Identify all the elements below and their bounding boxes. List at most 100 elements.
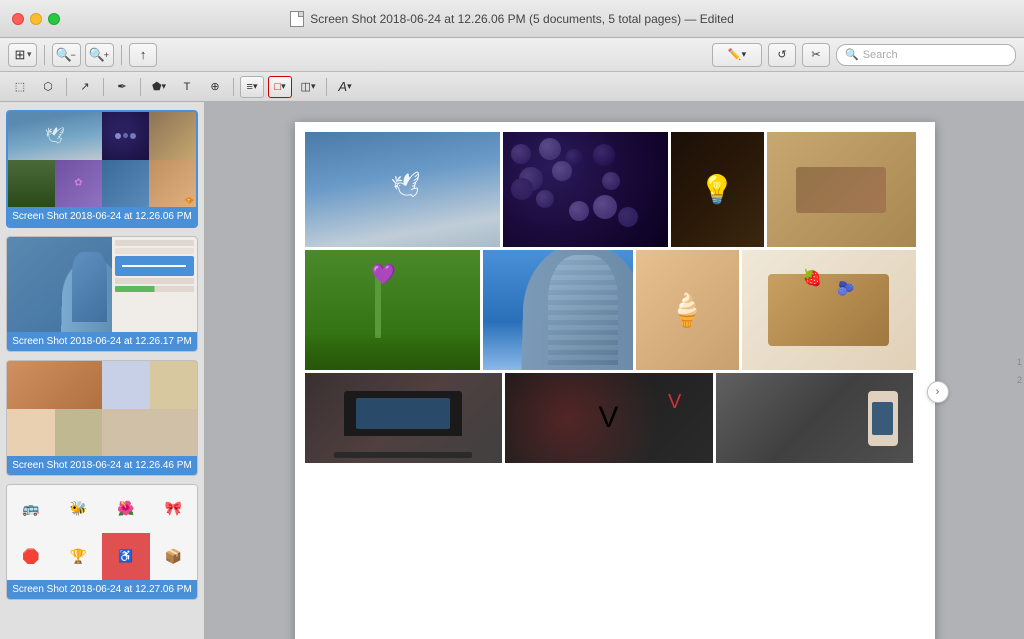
main-content: 🕊 — [0, 102, 1024, 639]
sidebar-item-4[interactable]: 🚌 🐝 🌺 🎀 🛑 🏆 ♿ 📦 Screen Shot 2018-06-24 a… — [6, 484, 198, 600]
page-number-2: 2 — [1017, 375, 1022, 385]
adjust-button[interactable]: ⊕ — [203, 76, 227, 98]
view-icon: ⊞ — [13, 48, 27, 62]
photo-waffle: 🍓 🫐 — [742, 250, 916, 370]
font-button[interactable]: A ▾ — [333, 76, 357, 98]
sidebar-label-2: Screen Shot 2018-06-24 at 12.26.17 PM — [7, 332, 197, 351]
border-icon: □ — [274, 81, 281, 93]
minus-icon: − — [71, 50, 76, 60]
sidebar-thumb-3 — [7, 361, 197, 456]
zoom-out-icon: 🔍 — [57, 48, 71, 62]
rotate-button[interactable]: ↺ — [768, 43, 796, 67]
document-icon — [290, 11, 304, 27]
sidebar-thumb-2 — [7, 237, 197, 332]
text-icon: T — [184, 81, 191, 93]
close-button[interactable] — [12, 13, 24, 25]
font-icon: A — [338, 79, 347, 94]
font-chevron: ▾ — [347, 81, 352, 92]
collage-row-1: 🕊 — [305, 132, 925, 247]
plus-icon: + — [104, 50, 109, 60]
fill-chevron: ▾ — [311, 81, 316, 92]
fill-button[interactable]: ◫ ▾ — [296, 76, 320, 98]
thumb-cell-1-5: ✿ — [55, 160, 102, 208]
search-input-wrap: 🔍 — [836, 44, 1016, 66]
border-color-button[interactable]: □ ▾ — [268, 76, 292, 98]
crop-tool-icon: ↗ — [80, 80, 89, 93]
sidebar-thumb-1: 🕊 — [8, 112, 196, 207]
traffic-lights — [12, 13, 60, 25]
page-number-1: 1 — [1017, 357, 1022, 367]
border-chevron: ▾ — [281, 81, 286, 92]
search-icon: 🔍 — [845, 48, 859, 61]
toolbar-separator-2 — [121, 45, 122, 65]
sidebar-label-1: Screen Shot 2018-06-24 at 12.26.06 PM — [8, 207, 196, 226]
maximize-button[interactable] — [48, 13, 60, 25]
thumb-cell-1-3 — [149, 112, 196, 160]
thumb-cell-1-1: 🕊 — [8, 112, 102, 160]
page-canvas: 🕊 — [295, 122, 935, 639]
share-button[interactable]: ↑ — [129, 43, 157, 67]
toolbar-drawing: ⬚ ⬡ ↗ ✒ ⬟ ▾ T ⊕ ≡ ▾ □ ▾ ◫ ▾ A ▾ — [0, 72, 1024, 102]
shapes-icon: ⬟ — [152, 80, 162, 93]
thumb-cell-1-4 — [8, 160, 55, 208]
pen-tool-button[interactable]: ✒ — [110, 76, 134, 98]
photo-lightbulbs: 💡 — [671, 132, 764, 247]
sidebar: 🕊 — [0, 102, 205, 639]
photo-laptop — [305, 373, 502, 463]
tb2-sep-3 — [140, 78, 141, 96]
tb2-sep-5 — [326, 78, 327, 96]
align-button[interactable]: ≡ ▾ — [240, 76, 264, 98]
zoom-out-button[interactable]: 🔍 − — [52, 43, 81, 67]
sidebar-item-3[interactable]: Screen Shot 2018-06-24 at 12.26.46 PM — [6, 360, 198, 476]
sidebar-label-3: Screen Shot 2018-06-24 at 12.26.46 PM — [7, 456, 197, 475]
sidebar-label-4: Screen Shot 2018-06-24 at 12.27.06 PM — [7, 580, 197, 599]
canvas-area[interactable]: 🕊 — [205, 102, 1024, 639]
search-input[interactable] — [863, 49, 1007, 61]
crop-button[interactable]: ✂ — [802, 43, 830, 67]
annotate-button[interactable]: ✏️ ▾ — [712, 43, 762, 67]
sidebar-item-1[interactable]: 🕊 — [6, 110, 198, 228]
text-tool-button[interactable]: T — [175, 76, 199, 98]
tb2-sep-4 — [233, 78, 234, 96]
photo-orchid-field: 💜 — [305, 250, 480, 370]
photo-blueberries — [503, 132, 668, 247]
crop-tool-button[interactable]: ↗ — [73, 76, 97, 98]
sidebar-thumb-4: 🚌 🐝 🌺 🎀 🛑 🏆 ♿ 📦 — [7, 485, 197, 580]
collage-row-3: V V — [305, 373, 925, 463]
photo-collage: 🕊 — [305, 132, 925, 463]
share-icon: ↑ — [136, 48, 150, 62]
select-tool-button[interactable]: ⬚ — [8, 76, 32, 98]
adjust-icon: ⊕ — [210, 80, 219, 93]
photo-footprint — [767, 132, 916, 247]
photo-phone-vivaldi: V V — [505, 373, 713, 463]
pen-tool-icon: ✒ — [117, 80, 126, 93]
select-icon: ⬚ — [15, 80, 25, 93]
photo-building — [483, 250, 633, 370]
rect-select-icon: ⬡ — [43, 80, 53, 93]
toolbar-separator-1 — [44, 45, 45, 65]
tb2-sep-2 — [103, 78, 104, 96]
shapes-button[interactable]: ⬟ ▾ — [147, 76, 171, 98]
sidebar-item-2[interactable]: Screen Shot 2018-06-24 at 12.26.17 PM — [6, 236, 198, 352]
view-button[interactable]: ⊞ ▾ — [8, 43, 37, 67]
view-chevron: ▾ — [27, 49, 32, 60]
window-title: Screen Shot 2018-06-24 at 12.26.06 PM (5… — [290, 11, 734, 27]
shapes-chevron: ▾ — [162, 81, 167, 92]
tb2-sep-1 — [66, 78, 67, 96]
search-bar: 🔍 — [836, 44, 1016, 66]
rotate-icon: ↺ — [777, 48, 786, 61]
photo-person-phone — [716, 373, 913, 463]
next-page-arrow[interactable]: › — [927, 381, 949, 403]
crop-icon: ✂ — [811, 48, 820, 61]
zoom-in-button[interactable]: 🔍 + — [85, 43, 114, 67]
page-numbers: 1 2 — [1017, 357, 1022, 385]
annotate-chevron: ▾ — [742, 49, 747, 60]
photo-icecream: 🍦 — [636, 250, 739, 370]
collage-row-2: 💜 — [305, 250, 925, 370]
toolbar-main: ⊞ ▾ 🔍 − 🔍 + ↑ ✏️ ▾ ↺ ✂ 🔍 — [0, 38, 1024, 72]
minimize-button[interactable] — [30, 13, 42, 25]
rectangle-select-button[interactable]: ⬡ — [36, 76, 60, 98]
title-text: Screen Shot 2018-06-24 at 12.26.06 PM (5… — [310, 12, 734, 26]
zoom-in-icon: 🔍 — [90, 48, 104, 62]
thumb-cell-1-2 — [102, 112, 149, 160]
